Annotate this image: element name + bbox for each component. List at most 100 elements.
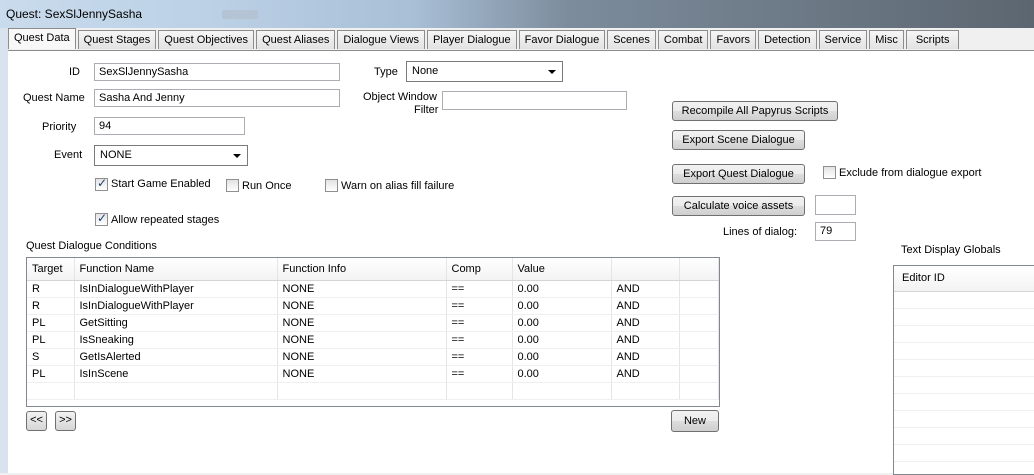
table-row[interactable]: PL IsSneaking NONE == 0.00 AND bbox=[27, 331, 719, 349]
cell-function-info: NONE bbox=[277, 314, 447, 332]
tab-favors[interactable]: Favors bbox=[710, 30, 757, 49]
list-item[interactable] bbox=[894, 309, 1034, 326]
table-row[interactable]: R IsInDialogueWithPlayer NONE == 0.00 AN… bbox=[27, 297, 719, 315]
cell-value: 0.00 bbox=[512, 297, 612, 315]
run-once-checkbox[interactable] bbox=[226, 179, 239, 192]
list-item[interactable] bbox=[894, 292, 1034, 309]
new-condition-button[interactable]: New bbox=[671, 410, 719, 432]
warn-alias-label: Warn on alias fill failure bbox=[341, 180, 455, 192]
table-row[interactable]: PL IsInScene NONE == 0.00 AND bbox=[27, 365, 719, 383]
calculate-voice-assets-button[interactable]: Calculate voice assets bbox=[672, 196, 805, 216]
type-dropdown[interactable]: None bbox=[406, 61, 563, 82]
start-game-enabled-checkbox[interactable] bbox=[95, 176, 108, 191]
exclude-dialogue-export-label: Exclude from dialogue export bbox=[839, 167, 982, 179]
tab-player-dialogue[interactable]: Player Dialogue bbox=[426, 30, 517, 49]
voice-assets-field[interactable] bbox=[815, 195, 856, 215]
cell-target: R bbox=[27, 297, 75, 315]
tab-misc[interactable]: Misc bbox=[869, 30, 904, 49]
table-row[interactable]: S GetIsAlerted NONE == 0.00 AND bbox=[27, 348, 719, 366]
column-header-andor[interactable] bbox=[611, 258, 680, 281]
exclude-dialogue-export-checkbox[interactable] bbox=[823, 166, 836, 179]
previous-button[interactable]: << bbox=[26, 411, 47, 431]
cell-value: 0.00 bbox=[512, 280, 612, 298]
cell-comp: == bbox=[446, 297, 513, 315]
tab-quest-aliases[interactable]: Quest Aliases bbox=[256, 30, 336, 49]
id-field[interactable]: SexSlJennySasha bbox=[94, 63, 340, 81]
tab-quest-data[interactable]: Quest Data bbox=[8, 28, 76, 49]
cell-function-name: GetSitting bbox=[74, 314, 278, 332]
cell-function-info: NONE bbox=[277, 331, 447, 349]
text-display-globals-title: Text Display Globals bbox=[901, 244, 1001, 256]
cell-comp: == bbox=[446, 331, 513, 349]
export-scene-dialogue-button[interactable]: Export Scene Dialogue bbox=[672, 130, 805, 150]
list-item[interactable] bbox=[894, 377, 1034, 394]
object-window-filter-label-1: Object Window bbox=[363, 91, 437, 103]
tab-quest-objectives[interactable]: Quest Objectives bbox=[158, 30, 255, 49]
event-dropdown-value: NONE bbox=[100, 149, 132, 161]
quest-name-field[interactable]: Sasha And Jenny bbox=[94, 89, 340, 107]
cell-function-info: NONE bbox=[277, 280, 447, 298]
column-header-editor-id[interactable]: Editor ID bbox=[894, 266, 1034, 292]
cell-target: PL bbox=[27, 331, 75, 349]
text-display-globals-list[interactable]: Editor ID bbox=[893, 265, 1034, 475]
cell-target: S bbox=[27, 348, 75, 366]
chevron-down-icon bbox=[233, 154, 241, 158]
cell-function-name: IsInScene bbox=[74, 365, 278, 383]
object-window-filter-label-2: Filter bbox=[414, 104, 439, 116]
event-label: Event bbox=[54, 149, 83, 161]
tab-favor-dialogue[interactable]: Favor Dialogue bbox=[518, 30, 606, 49]
conditions-title: Quest Dialogue Conditions bbox=[26, 240, 157, 252]
list-item[interactable] bbox=[894, 445, 1034, 462]
list-item[interactable] bbox=[894, 428, 1034, 445]
column-header-value[interactable]: Value bbox=[512, 258, 612, 281]
cell-function-info: NONE bbox=[277, 348, 447, 366]
tab-dialogue-views[interactable]: Dialogue Views bbox=[337, 30, 425, 49]
object-window-filter-field[interactable] bbox=[442, 91, 627, 110]
list-item[interactable] bbox=[894, 360, 1034, 377]
cell-function-name: IsSneaking bbox=[74, 331, 278, 349]
column-header-comp[interactable]: Comp bbox=[446, 258, 513, 281]
column-header-function-name[interactable]: Function Name bbox=[74, 258, 278, 281]
tab-detection[interactable]: Detection bbox=[758, 30, 817, 49]
column-header-function-info[interactable]: Function Info bbox=[277, 258, 447, 281]
cell-target: PL bbox=[27, 314, 75, 332]
recompile-scripts-button[interactable]: Recompile All Papyrus Scripts bbox=[672, 101, 838, 121]
cell-comp: == bbox=[446, 280, 513, 298]
cell-comp: == bbox=[446, 348, 513, 366]
tab-scenes[interactable]: Scenes bbox=[607, 30, 656, 49]
table-row[interactable]: PL GetSitting NONE == 0.00 AND bbox=[27, 314, 719, 332]
list-item[interactable] bbox=[894, 343, 1034, 360]
list-item[interactable] bbox=[894, 411, 1034, 428]
cell-function-name: IsInDialogueWithPlayer bbox=[74, 297, 278, 315]
cell-value: 0.00 bbox=[512, 365, 612, 383]
cell-function-name: GetIsAlerted bbox=[74, 348, 278, 366]
tab-combat[interactable]: Combat bbox=[657, 30, 709, 49]
allow-repeated-checkbox[interactable] bbox=[95, 211, 108, 226]
lines-of-dialog-field[interactable]: 79 bbox=[815, 222, 856, 241]
column-header-spacer bbox=[679, 258, 719, 281]
next-button[interactable]: >> bbox=[55, 411, 76, 431]
tab-quest-stages[interactable]: Quest Stages bbox=[77, 30, 157, 49]
tab-scripts[interactable]: Scripts bbox=[905, 30, 960, 49]
titlebar-blur bbox=[222, 10, 258, 19]
cell-andor: AND bbox=[611, 348, 680, 366]
type-label: Type bbox=[374, 66, 398, 78]
conditions-grid[interactable]: Target Function Name Function Info Comp … bbox=[26, 257, 720, 407]
table-row[interactable]: R IsInDialogueWithPlayer NONE == 0.00 AN… bbox=[27, 280, 719, 298]
table-row-empty[interactable] bbox=[27, 382, 719, 400]
event-dropdown[interactable]: NONE bbox=[94, 145, 248, 166]
export-quest-dialogue-button[interactable]: Export Quest Dialogue bbox=[672, 164, 805, 184]
cell-value: 0.00 bbox=[512, 314, 612, 332]
run-once-label: Run Once bbox=[242, 180, 292, 192]
list-item[interactable] bbox=[894, 394, 1034, 411]
column-header-target[interactable]: Target bbox=[27, 258, 75, 281]
list-item[interactable] bbox=[894, 326, 1034, 343]
warn-alias-checkbox[interactable] bbox=[325, 179, 338, 192]
priority-field[interactable]: 94 bbox=[94, 117, 245, 135]
title-bar: Quest: SexSlJennySasha bbox=[0, 0, 1034, 28]
cell-andor: AND bbox=[611, 331, 680, 349]
cell-value: 0.00 bbox=[512, 331, 612, 349]
tab-service[interactable]: Service bbox=[818, 30, 868, 49]
window-border bbox=[0, 28, 8, 473]
type-dropdown-value: None bbox=[412, 65, 439, 77]
